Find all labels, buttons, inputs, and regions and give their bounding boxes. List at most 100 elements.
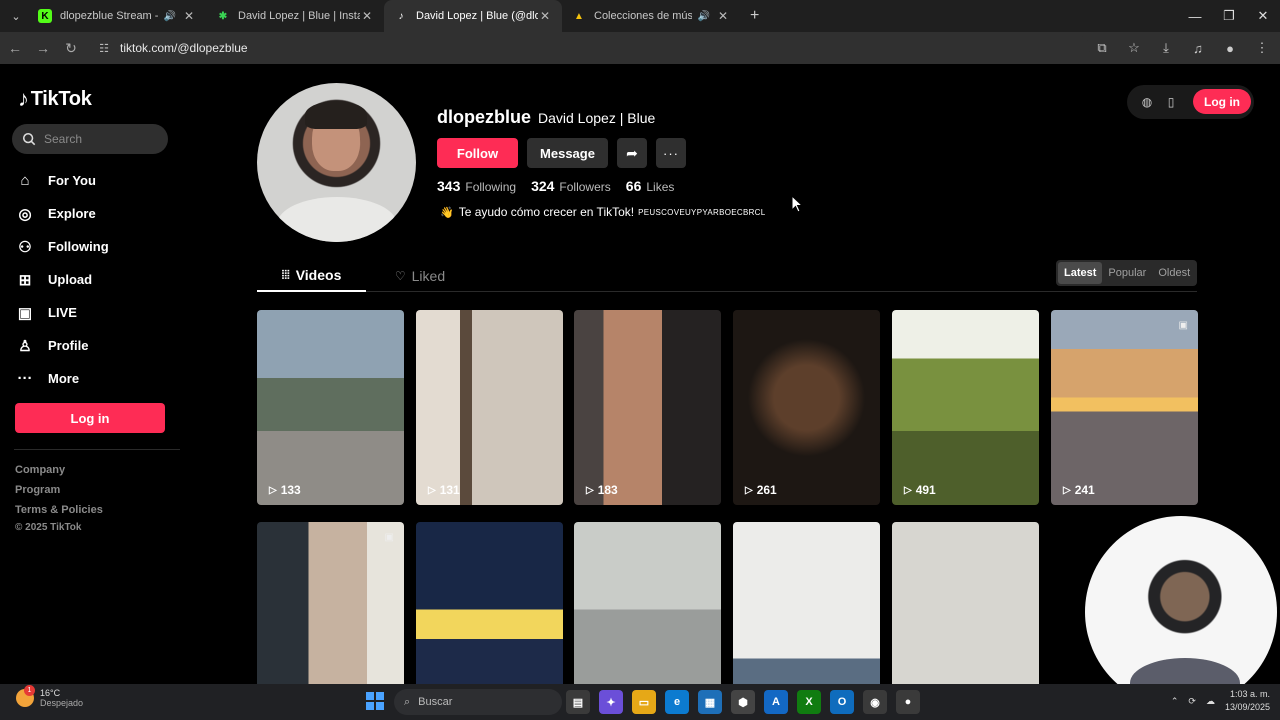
site-info-icon[interactable]: ☷ xyxy=(96,40,112,56)
file-explorer-icon[interactable]: ▭ xyxy=(632,690,656,714)
onedrive-icon[interactable]: ☁ xyxy=(1206,696,1215,707)
upload-icon: ⊞ xyxy=(18,271,32,289)
tray-chevron-icon[interactable]: ⌃ xyxy=(1171,696,1179,707)
weather-desc: Despejado xyxy=(40,698,84,708)
tab-title: David Lopez | Blue (@dlopezblue) xyxy=(416,10,538,22)
sidebar-login-button[interactable]: Log in xyxy=(15,403,165,433)
browser-tab-tiktok[interactable]: ♪ David Lopez | Blue (@dlopezblue) ✕ xyxy=(384,0,562,32)
live-icon: ▣ xyxy=(17,304,33,322)
edge-icon[interactable]: e xyxy=(665,690,689,714)
sidebar-item-upload[interactable]: ⊞ Upload xyxy=(14,263,109,296)
close-window-icon[interactable]: ✕ xyxy=(1246,0,1280,32)
video-card[interactable] xyxy=(733,522,880,684)
footer-link-terms[interactable]: Terms & Policies xyxy=(15,504,103,524)
chrome-icon[interactable]: ◉ xyxy=(863,690,887,714)
forward-icon[interactable]: → xyxy=(30,35,56,61)
following-stat[interactable]: 343 Following xyxy=(437,178,516,194)
sidebar-item-for-you[interactable]: ⌂ For You xyxy=(14,164,109,197)
url-field[interactable]: ☷ tiktok.com/@dlopezblue xyxy=(90,35,1090,61)
follow-button[interactable]: Follow xyxy=(437,138,518,168)
footer-link-program[interactable]: Program xyxy=(15,484,103,504)
maximize-icon[interactable]: ❐ xyxy=(1212,0,1246,32)
video-card[interactable]: ▷ 491 xyxy=(892,310,1039,505)
close-tab-icon[interactable]: ✕ xyxy=(360,9,374,23)
browser-tab-music[interactable]: ▲ Colecciones de música ene 🔊 ✕ xyxy=(562,0,740,32)
back-icon[interactable]: ← xyxy=(2,35,28,61)
video-card[interactable]: ▷ 183 xyxy=(574,310,721,505)
search-input[interactable]: Search xyxy=(12,124,168,154)
bookmark-star-icon[interactable]: ☆ xyxy=(1122,35,1146,61)
video-card[interactable]: ▣ xyxy=(257,522,404,684)
media-control-icon[interactable]: ♫ xyxy=(1186,35,1210,61)
followers-stat[interactable]: 324 Followers xyxy=(531,178,611,194)
sidebar-item-live[interactable]: ▣ LIVE xyxy=(14,296,109,329)
header-login-button[interactable]: Log in xyxy=(1193,89,1251,114)
sort-oldest[interactable]: Oldest xyxy=(1152,262,1196,284)
browser-menu-icon[interactable]: ⋮ xyxy=(1250,35,1274,61)
video-card[interactable]: ▷ 261 xyxy=(733,310,880,505)
profile-avatar[interactable] xyxy=(257,83,416,242)
coin-icon[interactable]: ◍ xyxy=(1135,90,1159,114)
tab-liked[interactable]: ♡ Liked xyxy=(380,260,460,292)
store-icon[interactable]: ▦ xyxy=(698,690,722,714)
video-card[interactable]: ▷ 133 xyxy=(257,310,404,505)
sidebar-item-profile[interactable]: ♙ Profile xyxy=(14,329,109,362)
close-tab-icon[interactable]: ✕ xyxy=(538,9,552,23)
message-button[interactable]: Message xyxy=(527,138,608,168)
mobile-app-icon[interactable]: ▯ xyxy=(1159,90,1183,114)
footer-link-company[interactable]: Company xyxy=(15,464,103,484)
browser-tab-instagram[interactable]: ✱ David Lopez | Blue | Instagram ✕ xyxy=(206,0,384,32)
install-app-icon[interactable]: ⧉ xyxy=(1090,35,1114,61)
xbox-icon[interactable]: X xyxy=(797,690,821,714)
sort-latest[interactable]: Latest xyxy=(1058,262,1103,284)
tiktok-logo[interactable]: ♪ TikTok xyxy=(18,86,92,112)
search-icon: ⌕ xyxy=(404,695,411,708)
play-icon: ▷ xyxy=(428,484,436,496)
tab-search-icon[interactable]: ⌄ xyxy=(4,4,28,28)
speaker-icon[interactable]: 🔊 xyxy=(698,11,710,22)
tab-title: dlopezblue Stream - Watch xyxy=(60,10,158,22)
app-cube-icon[interactable]: ⬢ xyxy=(731,690,755,714)
sidebar-item-explore[interactable]: ◎ Explore xyxy=(14,197,109,230)
video-card[interactable] xyxy=(416,522,563,684)
video-card[interactable]: ▣ ▷ 241 xyxy=(1051,310,1198,505)
speaker-icon[interactable]: 🔊 xyxy=(164,11,176,22)
more-options-icon[interactable]: ··· xyxy=(656,138,686,168)
app-bug-icon[interactable]: ● xyxy=(896,690,920,714)
outlook-icon[interactable]: O xyxy=(830,690,854,714)
azure-icon[interactable]: A xyxy=(764,690,788,714)
search-placeholder: Search xyxy=(44,132,83,146)
more-icon: ··· xyxy=(17,370,33,387)
video-card[interactable]: ▷ 131 xyxy=(416,310,563,505)
tab-videos[interactable]: ⦙⦙⦙ Videos xyxy=(257,260,366,292)
windows-start-icon[interactable] xyxy=(366,692,384,710)
close-tab-icon[interactable]: ✕ xyxy=(716,9,730,23)
copilot-icon[interactable]: ✦ xyxy=(599,690,623,714)
taskbar-search-placeholder: Buscar xyxy=(418,696,453,708)
bio-text: Te ayudo cómo crecer en TikTok! xyxy=(458,205,635,219)
reload-icon[interactable]: ↻ xyxy=(58,35,84,61)
sort-popular[interactable]: Popular xyxy=(1102,262,1152,284)
download-icon[interactable]: ⤓ xyxy=(1154,35,1178,61)
video-card[interactable] xyxy=(574,522,721,684)
tray-sync-icon[interactable]: ⟳ xyxy=(1188,696,1196,707)
close-tab-icon[interactable]: ✕ xyxy=(182,9,196,23)
minimize-icon[interactable]: — xyxy=(1178,0,1212,32)
sidebar-item-following[interactable]: ⚇ Following xyxy=(14,230,108,263)
avatar-shirt xyxy=(277,197,397,242)
tiktok-note-icon: ♪ xyxy=(18,86,29,111)
profile-bio: 👋 Te ayudo cómo crecer en TikTok! PEUSCO… xyxy=(440,205,766,219)
video-card[interactable] xyxy=(892,522,1039,684)
bio-tag: PEUSCOVEUYPYARBOECBRCL xyxy=(638,207,766,217)
compass-icon: ◎ xyxy=(18,205,32,223)
taskbar-search[interactable]: ⌕ Buscar xyxy=(394,689,562,715)
sidebar-item-more[interactable]: ··· More xyxy=(14,362,109,395)
new-tab-icon[interactable]: + xyxy=(750,7,759,25)
taskbar-clock[interactable]: 1:03 a. m. 13/09/2025 xyxy=(1225,688,1270,714)
browser-tab-kick[interactable]: K dlopezblue Stream - Watch 🔊 ✕ xyxy=(28,0,206,32)
weather-widget[interactable]: 1 16°C Despejado xyxy=(16,685,84,708)
share-icon[interactable]: ➦ xyxy=(617,138,647,168)
account-avatar-icon[interactable]: ● xyxy=(1218,35,1242,61)
task-view-icon[interactable]: ▤ xyxy=(566,690,590,714)
tab-title: David Lopez | Blue | Instagram xyxy=(238,10,360,22)
